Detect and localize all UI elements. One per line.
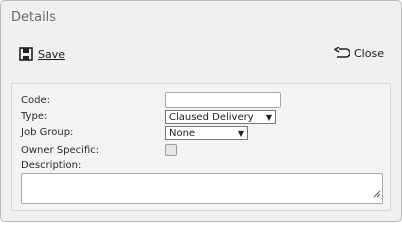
job-group-label: Job Group: <box>21 127 74 138</box>
resize-grip-icon[interactable] <box>373 183 381 202</box>
dropdown-arrow-icon: ▼ <box>237 128 245 138</box>
type-select-value: Claused Delivery <box>169 111 254 123</box>
save-button[interactable]: Save <box>19 47 65 61</box>
code-label: Code: <box>21 95 50 106</box>
close-button[interactable]: Close <box>334 47 384 60</box>
description-textarea[interactable] <box>21 173 383 204</box>
save-label: Save <box>38 47 66 61</box>
type-select[interactable]: Claused Delivery ▼ <box>165 110 276 124</box>
close-label: Close <box>354 47 384 60</box>
dropdown-arrow-icon: ▼ <box>265 112 273 122</box>
code-input[interactable] <box>165 92 281 108</box>
return-arrow-icon <box>334 47 350 60</box>
job-group-select[interactable]: None ▼ <box>165 126 248 140</box>
type-label: Type: <box>21 111 48 122</box>
details-form: Code: Type: Claused Delivery ▼ Job Group… <box>11 83 391 211</box>
dialog-title: Details <box>11 10 57 25</box>
owner-specific-checkbox[interactable] <box>165 144 177 156</box>
job-group-select-value: None <box>169 127 196 139</box>
details-dialog: Details Save Close Code: Type: Claused D… <box>0 0 402 222</box>
owner-specific-label: Owner Specific: <box>21 145 100 156</box>
save-icon <box>19 47 34 61</box>
description-label: Description: <box>21 160 82 171</box>
